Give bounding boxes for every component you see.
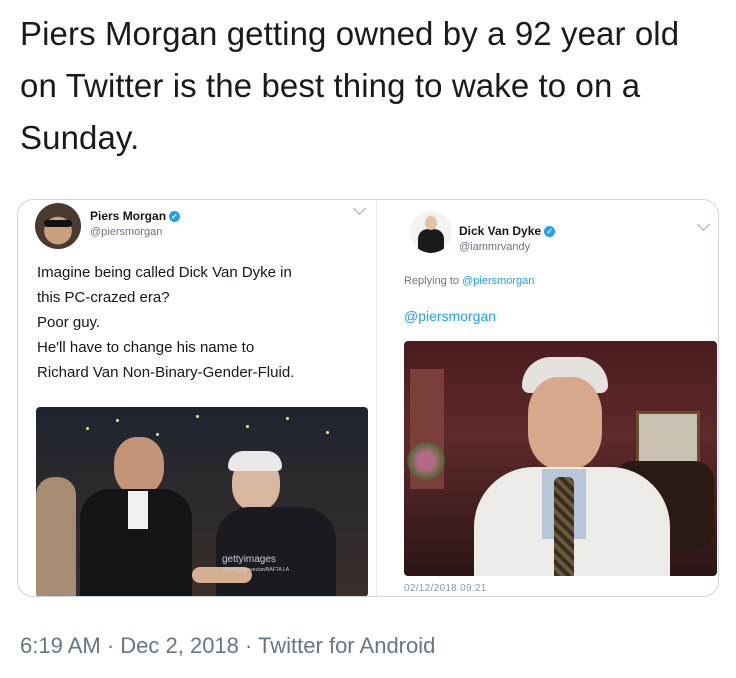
piers-head-shape (114, 437, 164, 495)
dvd-display-name-text: Dick Van Dyke (459, 224, 542, 238)
flowers-shape (406, 441, 446, 481)
tweet-meta: 6:19 AM · Dec 2, 2018 · Twitter for Andr… (20, 633, 436, 658)
dick-van-dyke-tweet[interactable]: Dick Van Dyke ✓ @iammrvandy Replying to … (376, 200, 718, 596)
background-woman-shape (36, 477, 76, 596)
sunglasses-shape (44, 220, 72, 227)
replying-to-link[interactable]: @piersmorgan (462, 275, 534, 287)
dvd-suit-shape (216, 507, 336, 596)
getty-watermark: gettyimages (222, 554, 276, 565)
reply-mention-link[interactable]: @piersmorgan (404, 308, 496, 324)
replying-to-label: Replying to @piersmorgan (404, 275, 535, 287)
chevron-down-icon[interactable] (697, 218, 710, 231)
caption-headline: Piers Morgan getting owned by a 92 year … (20, 15, 680, 156)
piers-display-name[interactable]: Piers Morgan ✓ (90, 209, 181, 223)
piers-tweet-text: Imagine being called Dick Van Dyke in th… (37, 260, 367, 385)
embedded-tweets-card: Piers Morgan ✓ @piersmorgan Imagine bein… (17, 199, 719, 597)
piers-avatar[interactable] (35, 203, 81, 249)
chevron-down-icon[interactable] (353, 202, 366, 215)
dvd-reaction-photo[interactable] (404, 341, 717, 576)
tweet-line: Imagine being called Dick Van Dyke in (37, 264, 292, 281)
tweet-line: Richard Van Non-Binary-Gender-Fluid. (37, 364, 295, 381)
piers-name-block: Piers Morgan ✓ @piersmorgan (90, 207, 181, 238)
piers-display-name-text: Piers Morgan (90, 209, 167, 223)
dvd-display-name[interactable]: Dick Van Dyke ✓ (459, 224, 556, 238)
verified-badge-icon: ✓ (544, 225, 556, 237)
dvd-avatar[interactable] (410, 211, 452, 253)
dvd-name-block: Dick Van Dyke ✓ @iammrvandy (459, 222, 556, 253)
photo-timestamp: 02/12/2018 09:21 (404, 583, 487, 594)
dvd-face-shape (528, 377, 602, 469)
tweet-line: Poor guy. (37, 314, 101, 331)
piers-tweet-photo[interactable]: gettyimages Kevork Djansezian/BAFTA LA (36, 407, 368, 596)
piers-morgan-tweet[interactable]: Piers Morgan ✓ @piersmorgan Imagine bein… (18, 200, 374, 596)
tweet-line: He'll have to change his name to (37, 339, 255, 356)
photo-credit: Kevork Djansezian/BAFTA LA (223, 567, 290, 573)
tie-shape (554, 477, 574, 576)
verified-badge-icon: ✓ (169, 210, 181, 222)
tweet-line: this PC-crazed era? (37, 289, 170, 306)
dvd-handle[interactable]: @iammrvandy (459, 241, 555, 253)
piers-handle[interactable]: @piersmorgan (90, 226, 180, 238)
